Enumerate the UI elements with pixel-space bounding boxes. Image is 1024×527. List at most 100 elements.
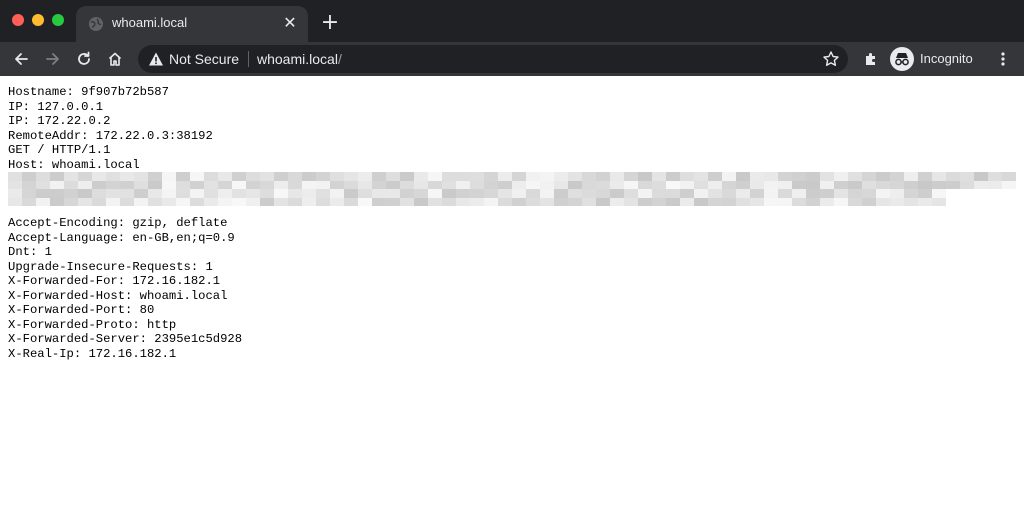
redaction-pixel xyxy=(666,189,680,198)
redaction-pixel xyxy=(330,180,344,189)
redaction-pixel xyxy=(36,180,50,189)
redaction-pixel xyxy=(372,189,386,198)
reload-icon[interactable] xyxy=(71,46,97,72)
redaction-pixel xyxy=(22,180,36,189)
redaction-pixel xyxy=(624,172,638,181)
security-status-label[interactable]: Not Secure xyxy=(169,51,239,67)
redaction-pixel xyxy=(92,197,106,206)
redaction-pixel xyxy=(610,189,624,198)
redaction-pixel xyxy=(442,180,456,189)
redaction-pixel xyxy=(778,189,792,198)
redaction-pixel xyxy=(78,172,92,181)
redaction-pixel xyxy=(512,172,526,181)
incognito-profile-button[interactable]: Incognito xyxy=(890,46,982,72)
redaction-pixel xyxy=(316,172,330,181)
redaction-pixel xyxy=(680,189,694,198)
redaction-pixel xyxy=(120,180,134,189)
redaction-pixel xyxy=(512,197,526,206)
redaction-pixel xyxy=(890,180,904,189)
redaction-pixel xyxy=(862,189,876,198)
window-minimize-button[interactable] xyxy=(32,14,44,26)
redaction-pixel xyxy=(610,172,624,181)
redaction-pixel xyxy=(904,180,918,189)
redaction-pixel xyxy=(694,172,708,181)
redaction-pixel xyxy=(932,180,946,189)
redaction-pixel xyxy=(596,189,610,198)
redaction-pixel xyxy=(722,180,736,189)
redaction-pixel xyxy=(652,197,666,206)
response-line: Accept-Language: en-GB,en;q=0.9 xyxy=(8,230,235,245)
redaction-pixel xyxy=(484,197,498,206)
redaction-pixel xyxy=(358,189,372,198)
redaction-pixel xyxy=(134,189,148,198)
redaction-pixel xyxy=(414,172,428,181)
redaction-pixel xyxy=(512,189,526,198)
redaction-pixel xyxy=(750,189,764,198)
redaction-pixel xyxy=(722,197,736,206)
tab-title: whoami.local xyxy=(112,15,188,30)
star-icon[interactable] xyxy=(822,50,840,68)
redaction-pixel xyxy=(848,180,862,189)
redaction-pixel xyxy=(204,180,218,189)
redaction-pixel xyxy=(582,180,596,189)
redaction-pixel xyxy=(932,172,946,181)
redaction-pixel xyxy=(50,197,64,206)
redaction-pixel xyxy=(372,180,386,189)
redaction-pixel xyxy=(1002,180,1016,189)
redaction-pixel xyxy=(792,189,806,198)
redaction-pixel xyxy=(498,172,512,181)
redaction-pixel xyxy=(876,189,890,198)
new-tab-button[interactable]: + xyxy=(318,12,342,36)
redaction-pixel xyxy=(218,172,232,181)
redaction-pixel xyxy=(400,197,414,206)
url-text[interactable]: whoami.local/ xyxy=(257,51,342,67)
redaction-pixel xyxy=(764,180,778,189)
redaction-pixel xyxy=(610,180,624,189)
address-bar[interactable]: Not Secure whoami.local/ xyxy=(138,45,848,73)
redaction-pixel xyxy=(428,172,442,181)
redaction-pixel xyxy=(750,180,764,189)
browser-tab-active[interactable]: whoami.local ✕ xyxy=(76,6,308,42)
redaction-pixel xyxy=(764,172,778,181)
redaction-pixel xyxy=(736,189,750,198)
redaction-pixel xyxy=(372,172,386,181)
redaction-pixel xyxy=(596,172,610,181)
response-line: X-Real-Ip: 172.16.182.1 xyxy=(8,346,177,361)
redaction-pixel xyxy=(820,189,834,198)
redaction-pixel xyxy=(960,180,974,189)
forward-arrow-icon[interactable] xyxy=(40,46,66,72)
extensions-icon[interactable] xyxy=(858,46,884,72)
redaction-pixel xyxy=(456,180,470,189)
response-line: IP: 127.0.0.1 xyxy=(8,99,104,114)
redaction-pixel xyxy=(162,197,176,206)
redaction-pixel xyxy=(820,172,834,181)
redaction-pixel xyxy=(694,197,708,206)
redaction-pixel xyxy=(834,189,848,198)
redaction-pixel xyxy=(274,180,288,189)
tab-close-icon[interactable]: ✕ xyxy=(280,14,300,34)
redaction-pixel xyxy=(162,180,176,189)
redaction-pixel xyxy=(190,197,204,206)
back-arrow-icon[interactable] xyxy=(8,46,34,72)
redaction-pixel xyxy=(330,172,344,181)
redaction-pixel xyxy=(918,189,932,198)
response-line: X-Forwarded-Server: 2395e1c5d928 xyxy=(8,332,243,346)
redaction-pixel xyxy=(316,197,330,206)
redaction-pixel xyxy=(638,189,652,198)
redaction-pixel xyxy=(288,172,302,181)
redaction-pixel xyxy=(498,180,512,189)
redaction-pixel xyxy=(442,172,456,181)
home-icon[interactable] xyxy=(102,46,128,72)
redaction-pixel xyxy=(302,189,316,198)
window-close-button[interactable] xyxy=(12,14,24,26)
response-line: X-Forwarded-Proto: http xyxy=(8,317,177,332)
window-zoom-button[interactable] xyxy=(52,14,64,26)
browser-toolbar: Not Secure whoami.local/ Incognito xyxy=(0,42,1024,76)
more-vert-icon[interactable] xyxy=(990,46,1016,72)
redaction-pixel xyxy=(148,189,162,198)
warning-icon[interactable] xyxy=(148,51,164,67)
redaction-pixel xyxy=(302,172,316,181)
redacted-header-lines xyxy=(8,172,1016,206)
redaction-pixel xyxy=(78,197,92,206)
redaction-pixel xyxy=(456,172,470,181)
